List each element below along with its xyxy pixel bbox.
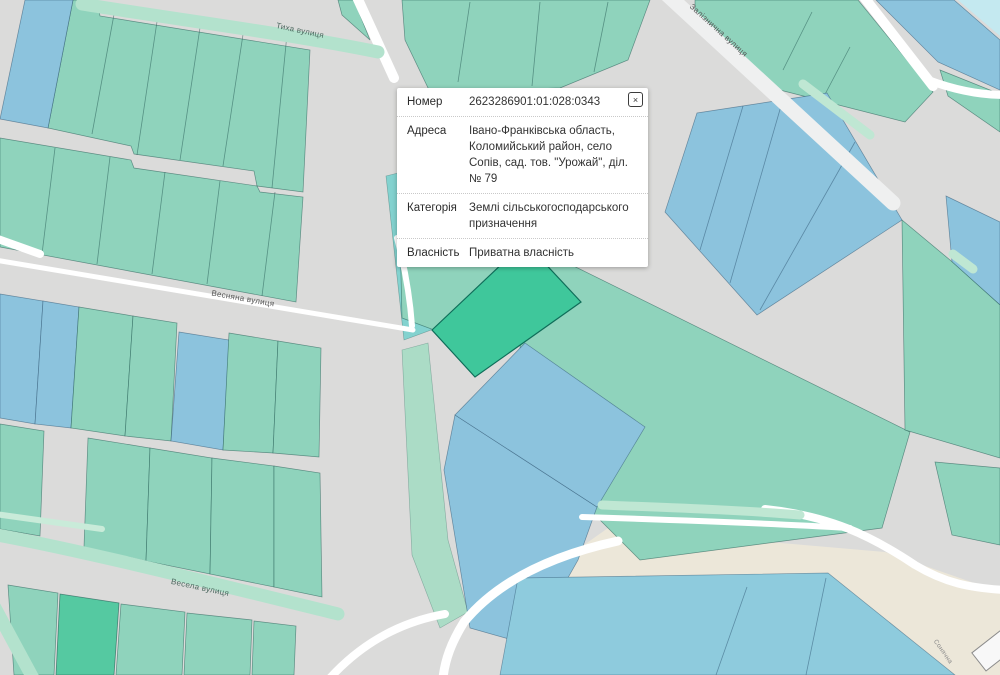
parcel-blue[interactable] xyxy=(664,92,903,316)
parcel[interactable] xyxy=(251,620,297,675)
parcel[interactable] xyxy=(273,465,323,598)
parcel[interactable] xyxy=(222,332,279,454)
parcel-ownership: Приватна власність xyxy=(469,247,575,259)
parcel[interactable] xyxy=(83,437,151,562)
popup-row-number: Номер 2623286901:01:028:0343 xyxy=(397,88,648,117)
popup-row-address: Адреса Івано-Франківська область, Коломи… xyxy=(397,117,648,194)
parcel[interactable] xyxy=(934,461,1000,546)
parcel-blue[interactable] xyxy=(170,331,230,451)
field-label: Категорія xyxy=(407,202,457,214)
parcel[interactable] xyxy=(272,340,322,458)
parcel[interactable] xyxy=(115,603,186,675)
cadastral-map-page: { "popup": { "close_label": "×", "rows":… xyxy=(0,0,1000,675)
parcel-address: Івано-Франківська область, Коломийський … xyxy=(469,125,628,185)
close-icon[interactable]: × xyxy=(628,92,643,107)
popup-row-category: Категорія Землі сільськогосподарського п… xyxy=(397,194,648,239)
parcel[interactable] xyxy=(124,315,178,442)
field-label: Адреса xyxy=(407,125,447,137)
parcel[interactable] xyxy=(70,306,134,437)
road xyxy=(352,0,399,83)
parcel[interactable] xyxy=(401,0,651,93)
road xyxy=(327,610,449,675)
popup-row-ownership: Власність Приватна власність xyxy=(397,239,648,267)
parcel-category: Землі сільськогосподарського призначення xyxy=(469,202,629,230)
parcel-number: 2623286901:01:028:0343 xyxy=(469,96,601,108)
parcel[interactable] xyxy=(7,584,59,675)
parcel[interactable] xyxy=(209,457,275,588)
field-label: Власність xyxy=(407,247,460,259)
parcel[interactable] xyxy=(55,593,120,675)
parcel[interactable] xyxy=(145,447,213,575)
field-label: Номер xyxy=(407,96,443,108)
parcel[interactable] xyxy=(183,612,253,675)
parcel-info-popup: Номер 2623286901:01:028:0343 Адреса Іван… xyxy=(397,88,648,267)
